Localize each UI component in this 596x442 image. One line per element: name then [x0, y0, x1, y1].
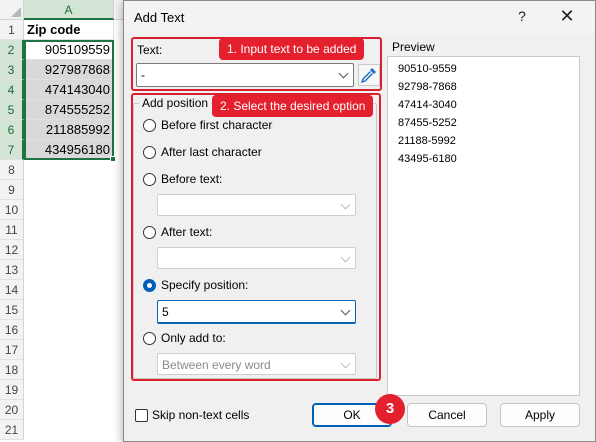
cell-a3[interactable]: 927987868	[24, 60, 114, 80]
row-header[interactable]: 6	[0, 120, 24, 140]
row-header[interactable]: 4	[0, 80, 24, 100]
fill-handle[interactable]	[110, 156, 116, 162]
cell-a1[interactable]: Zip code	[24, 20, 114, 40]
row-header[interactable]: 19	[0, 380, 24, 400]
cell-a7[interactable]: 434956180	[24, 140, 114, 160]
dialog-titlebar[interactable]: Add Text ? ✕	[124, 1, 595, 35]
select-all-corner[interactable]	[0, 0, 24, 20]
row-header[interactable]: 11	[0, 220, 24, 240]
row-header[interactable]: 2	[0, 40, 24, 60]
preview-item: 47414-3040	[398, 99, 457, 111]
cell-a6[interactable]: 211885992	[24, 120, 114, 140]
apply-button[interactable]: Apply	[500, 403, 580, 427]
preview-label: Preview	[392, 40, 435, 54]
row-header[interactable]: 9	[0, 180, 24, 200]
help-button[interactable]: ?	[513, 8, 531, 28]
add-text-dialog: Add Text ? ✕ Text: - Add position Before…	[123, 0, 596, 442]
row-header[interactable]: 20	[0, 400, 24, 420]
preview-item: 43495-6180	[398, 153, 457, 165]
step1-callout: 1. Input text to be added	[219, 38, 365, 60]
column-header-a[interactable]: A	[24, 0, 114, 20]
row-header[interactable]: 14	[0, 280, 24, 300]
row-header[interactable]: 18	[0, 360, 24, 380]
row-header[interactable]: 21	[0, 420, 24, 440]
row-header[interactable]: 8	[0, 160, 24, 180]
row-header[interactable]: 5	[0, 100, 24, 120]
row-header[interactable]: 1	[0, 20, 24, 40]
row-header[interactable]: 3	[0, 60, 24, 80]
row-header[interactable]: 15	[0, 300, 24, 320]
preview-item: 92798-7868	[398, 81, 457, 93]
skip-non-text-label[interactable]: Skip non-text cells	[152, 408, 249, 422]
dialog-title: Add Text	[134, 10, 185, 25]
screen: A 1 2 3 4 5 6 7 8 9 10 11 12 13 14 15 16…	[0, 0, 596, 442]
row-header[interactable]: 16	[0, 320, 24, 340]
row-header[interactable]: 13	[0, 260, 24, 280]
step2-highlight	[131, 93, 381, 381]
preview-item: 21188-5992	[398, 135, 456, 147]
skip-non-text-checkbox[interactable]	[135, 409, 148, 422]
preview-item: 87455-5252	[398, 117, 457, 129]
cancel-button[interactable]: Cancel	[407, 403, 487, 427]
close-button[interactable]: ✕	[557, 6, 577, 28]
cell-a4[interactable]: 474143040	[24, 80, 114, 100]
cell-a2[interactable]: 905109559	[24, 40, 114, 60]
row-header[interactable]: 17	[0, 340, 24, 360]
cell-a5[interactable]: 874555252	[24, 100, 114, 120]
step3-badge: 3	[375, 394, 405, 424]
preview-item: 90510-9559	[398, 63, 457, 75]
row-header[interactable]: 7	[0, 140, 24, 160]
row-header[interactable]: 12	[0, 240, 24, 260]
preview-list[interactable]: 90510-9559 92798-7868 47414-3040 87455-5…	[387, 56, 580, 396]
row-header[interactable]: 10	[0, 200, 24, 220]
step2-callout: 2. Select the desired option	[212, 95, 374, 117]
